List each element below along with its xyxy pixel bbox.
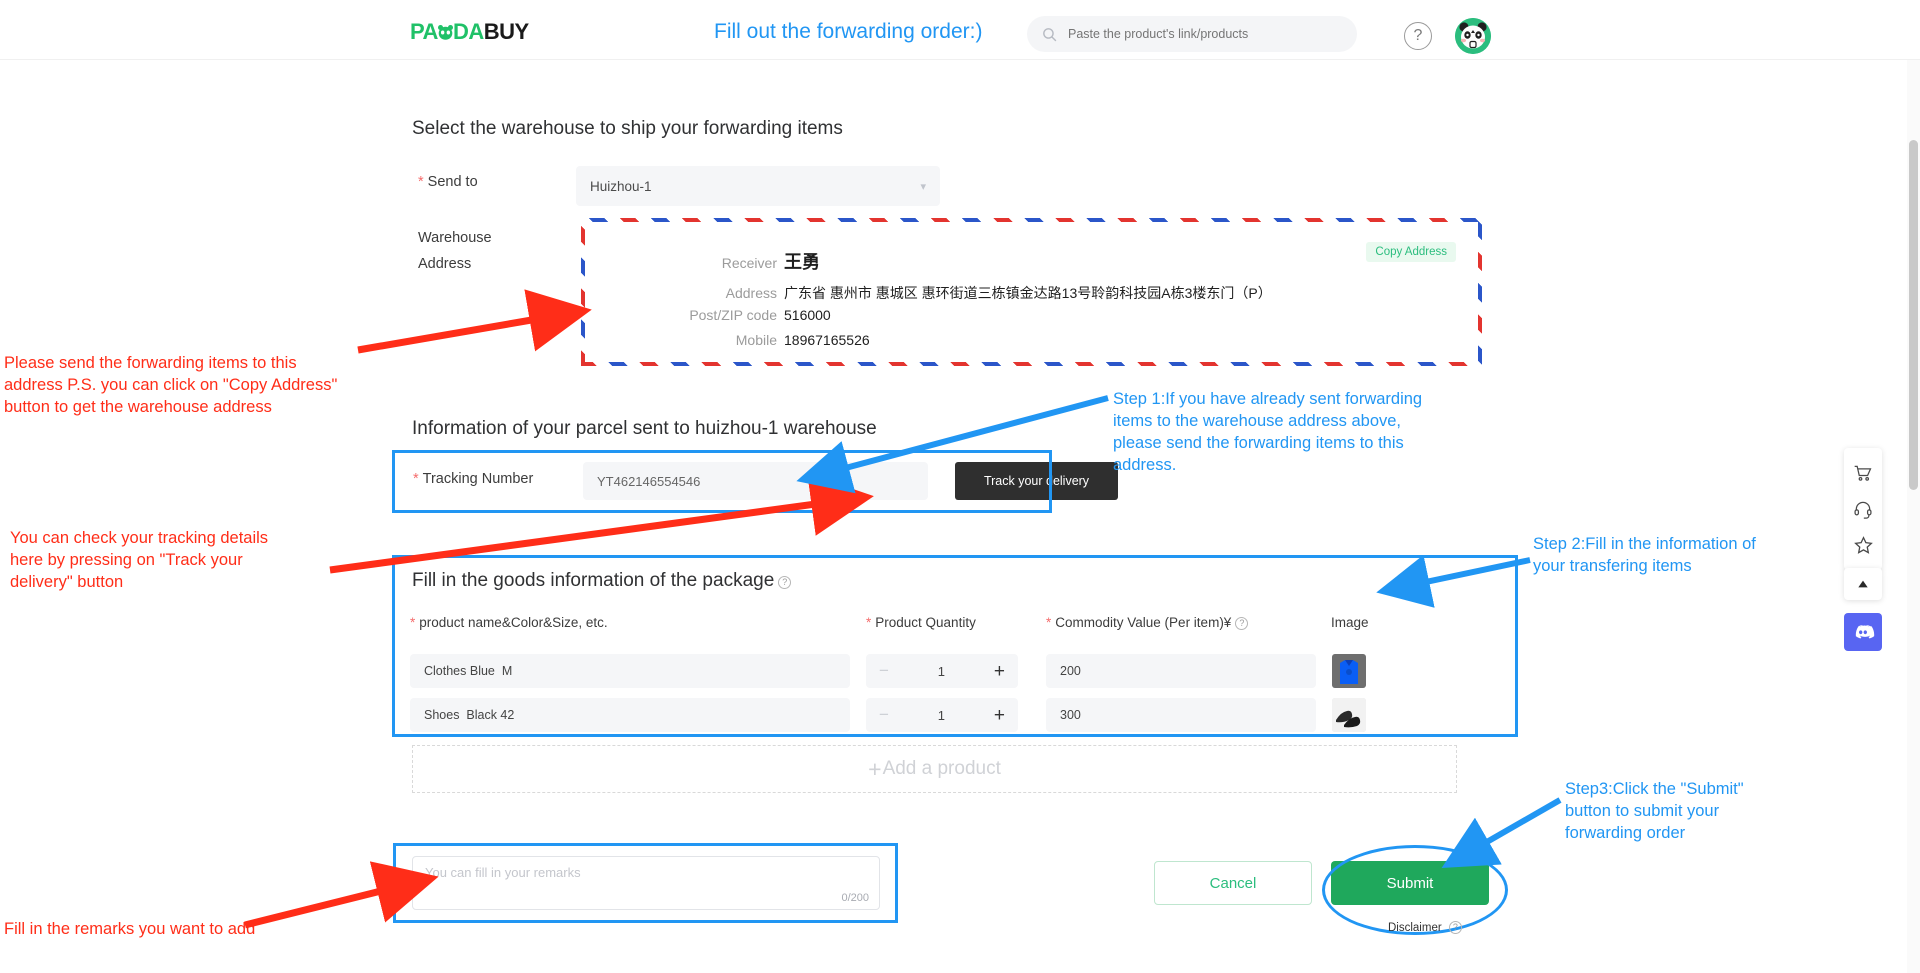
floating-toolbar bbox=[1844, 448, 1882, 570]
logo-text-left: PA bbox=[410, 19, 438, 44]
star-icon[interactable] bbox=[1844, 527, 1882, 563]
address-key: Address bbox=[725, 285, 777, 301]
goods-help-icon[interactable]: ? bbox=[778, 576, 792, 589]
disclaimer-help-icon[interactable]: ? bbox=[1448, 921, 1462, 934]
quantity-value: 1 bbox=[937, 707, 946, 723]
help-icon[interactable]: ? bbox=[1404, 22, 1432, 50]
goods-info-title: Fill in the goods information of the pac… bbox=[412, 570, 792, 592]
column-header-quantity-text: Product Quantity bbox=[875, 615, 976, 630]
column-header-name: * product name&Color&Size, etc. bbox=[410, 615, 608, 630]
warehouse-address-label: Warehouse Address bbox=[418, 230, 492, 272]
quantity-plus-button[interactable]: + bbox=[994, 662, 1005, 681]
remarks-input[interactable]: You can fill in your remarks 0/200 bbox=[412, 856, 880, 910]
zip-row: Post/ZIP code 516000 bbox=[659, 307, 831, 323]
plus-icon: + bbox=[868, 755, 882, 782]
annotation-step3: Step3:Click the "Submit" button to submi… bbox=[1565, 780, 1744, 842]
parcel-info-title: Information of your parcel sent to huizh… bbox=[412, 418, 877, 439]
mobile-value: 18967165526 bbox=[784, 332, 870, 348]
help-glyph: ? bbox=[1413, 27, 1423, 44]
tracking-block: *Tracking Number Track your delivery bbox=[395, 452, 1118, 510]
track-delivery-button[interactable]: Track your delivery bbox=[955, 462, 1118, 500]
receiver-value: 王勇 bbox=[784, 252, 820, 272]
quantity-value: 1 bbox=[937, 663, 946, 679]
tracking-number-input[interactable] bbox=[583, 462, 928, 500]
address-value: 广东省 惠州市 惠城区 惠环街道三栋镇金达路13号聆韵科技园A栋3楼东门（P） bbox=[784, 285, 1272, 301]
product-name-input[interactable] bbox=[410, 654, 850, 688]
page-banner-text: Fill out the forwarding order:) bbox=[714, 20, 983, 43]
add-product-button[interactable]: + Add a product bbox=[412, 745, 1457, 793]
required-asterisk: * bbox=[413, 471, 419, 487]
receiver-key: Receiver bbox=[721, 255, 777, 271]
copy-address-button[interactable]: Copy Address bbox=[1366, 242, 1456, 262]
required-asterisk: * bbox=[410, 615, 416, 630]
warehouse-address-inner: Copy Address Receiver 王勇 Address 广东省 惠州市 惠… bbox=[585, 222, 1478, 362]
mobile-row: Mobile 18967165526 bbox=[659, 332, 870, 348]
receiver-row: Receiver 王勇 bbox=[659, 248, 820, 274]
zip-key: Post/ZIP code bbox=[689, 307, 777, 323]
search-input[interactable] bbox=[1066, 26, 1343, 42]
send-to-label-text: Send to bbox=[427, 174, 478, 190]
required-asterisk: * bbox=[866, 615, 872, 630]
panda-logo-icon bbox=[437, 24, 454, 41]
disclaimer-link[interactable]: Disclaimer ? bbox=[1388, 921, 1462, 934]
chevron-down-icon: ▾ bbox=[920, 180, 926, 193]
annotation-step2: Step 2:Fill in the information of your t… bbox=[1533, 535, 1756, 575]
annotation-address: Please send the forwarding items to this… bbox=[4, 354, 338, 416]
tracking-number-label-text: Tracking Number bbox=[422, 471, 534, 487]
quantity-minus-button[interactable]: − bbox=[879, 661, 889, 681]
scrollbar-thumb[interactable] bbox=[1909, 140, 1918, 490]
zip-value: 516000 bbox=[784, 307, 831, 323]
quantity-stepper[interactable]: − 1 + bbox=[866, 654, 1018, 688]
search-box[interactable] bbox=[1027, 16, 1357, 52]
cancel-button[interactable]: Cancel bbox=[1154, 861, 1312, 905]
arrow-up-icon[interactable] bbox=[1844, 568, 1882, 600]
add-product-label: Add a product bbox=[882, 758, 1001, 779]
cart-icon[interactable] bbox=[1844, 455, 1882, 491]
send-to-value: Huizhou-1 bbox=[590, 178, 652, 194]
send-to-select[interactable]: Huizhou-1 ▾ bbox=[576, 166, 940, 206]
required-asterisk: * bbox=[418, 174, 424, 190]
avatar[interactable] bbox=[1455, 18, 1491, 54]
column-header-name-text: product name&Color&Size, etc. bbox=[419, 615, 608, 630]
select-warehouse-title: Select the warehouse to ship your forwar… bbox=[412, 118, 843, 139]
logo-text-right: BUY bbox=[483, 19, 529, 44]
column-header-quantity: * Product Quantity bbox=[866, 615, 976, 630]
annotation-remarks: Fill in the remarks you want to add bbox=[4, 920, 256, 938]
disclaimer-label: Disclaimer bbox=[1388, 922, 1442, 934]
site-header: PA DA BUY Fill out the forwarding order:… bbox=[0, 0, 1920, 60]
discord-icon[interactable] bbox=[1844, 613, 1882, 651]
submit-button[interactable]: Submit bbox=[1331, 861, 1489, 905]
page-root: PA DA BUY Fill out the forwarding order:… bbox=[0, 0, 1920, 973]
product-image-thumbnail[interactable] bbox=[1332, 698, 1366, 732]
commodity-value-input[interactable] bbox=[1046, 698, 1316, 732]
product-image-thumbnail[interactable] bbox=[1332, 654, 1366, 688]
column-header-value: * Commodity Value (Per item)¥? bbox=[1046, 615, 1249, 630]
annotation-step1: Step 1:If you have already sent forwardi… bbox=[1113, 390, 1423, 474]
value-help-icon[interactable]: ? bbox=[1235, 617, 1249, 630]
scrollbar-track[interactable] bbox=[1907, 60, 1920, 973]
address-row: Address 广东省 惠州市 惠城区 惠环街道三栋镇金达路13号聆韵科技园A栋3… bbox=[659, 283, 1272, 303]
annotation-tracking: You can check your tracking details here… bbox=[10, 529, 269, 591]
warehouse-address-card: Copy Address Receiver 王勇 Address 广东省 惠州市 惠… bbox=[581, 218, 1482, 366]
goods-info-title-text: Fill in the goods information of the pac… bbox=[412, 570, 775, 591]
mobile-key: Mobile bbox=[735, 332, 777, 348]
column-header-image: Image bbox=[1331, 615, 1369, 630]
headset-icon[interactable] bbox=[1844, 491, 1882, 527]
column-header-value-text: Commodity Value (Per item)¥ bbox=[1055, 615, 1232, 630]
remarks-wrap: You can fill in your remarks 0/200 bbox=[395, 845, 897, 920]
send-to-label: * Send to bbox=[418, 174, 478, 190]
quantity-minus-button[interactable]: − bbox=[879, 705, 889, 725]
remarks-counter: 0/200 bbox=[841, 892, 869, 904]
logo-text-mid: DA bbox=[452, 19, 484, 44]
commodity-value-input[interactable] bbox=[1046, 654, 1316, 688]
tracking-number-label: * Tracking Number bbox=[413, 471, 533, 487]
quantity-plus-button[interactable]: + bbox=[994, 706, 1005, 725]
pandabuy-logo[interactable]: PA DA BUY bbox=[410, 19, 529, 45]
remarks-placeholder: You can fill in your remarks bbox=[425, 865, 581, 880]
search-icon bbox=[1041, 26, 1058, 43]
required-asterisk: * bbox=[1046, 615, 1052, 630]
product-name-input[interactable] bbox=[410, 698, 850, 732]
quantity-stepper[interactable]: − 1 + bbox=[866, 698, 1018, 732]
